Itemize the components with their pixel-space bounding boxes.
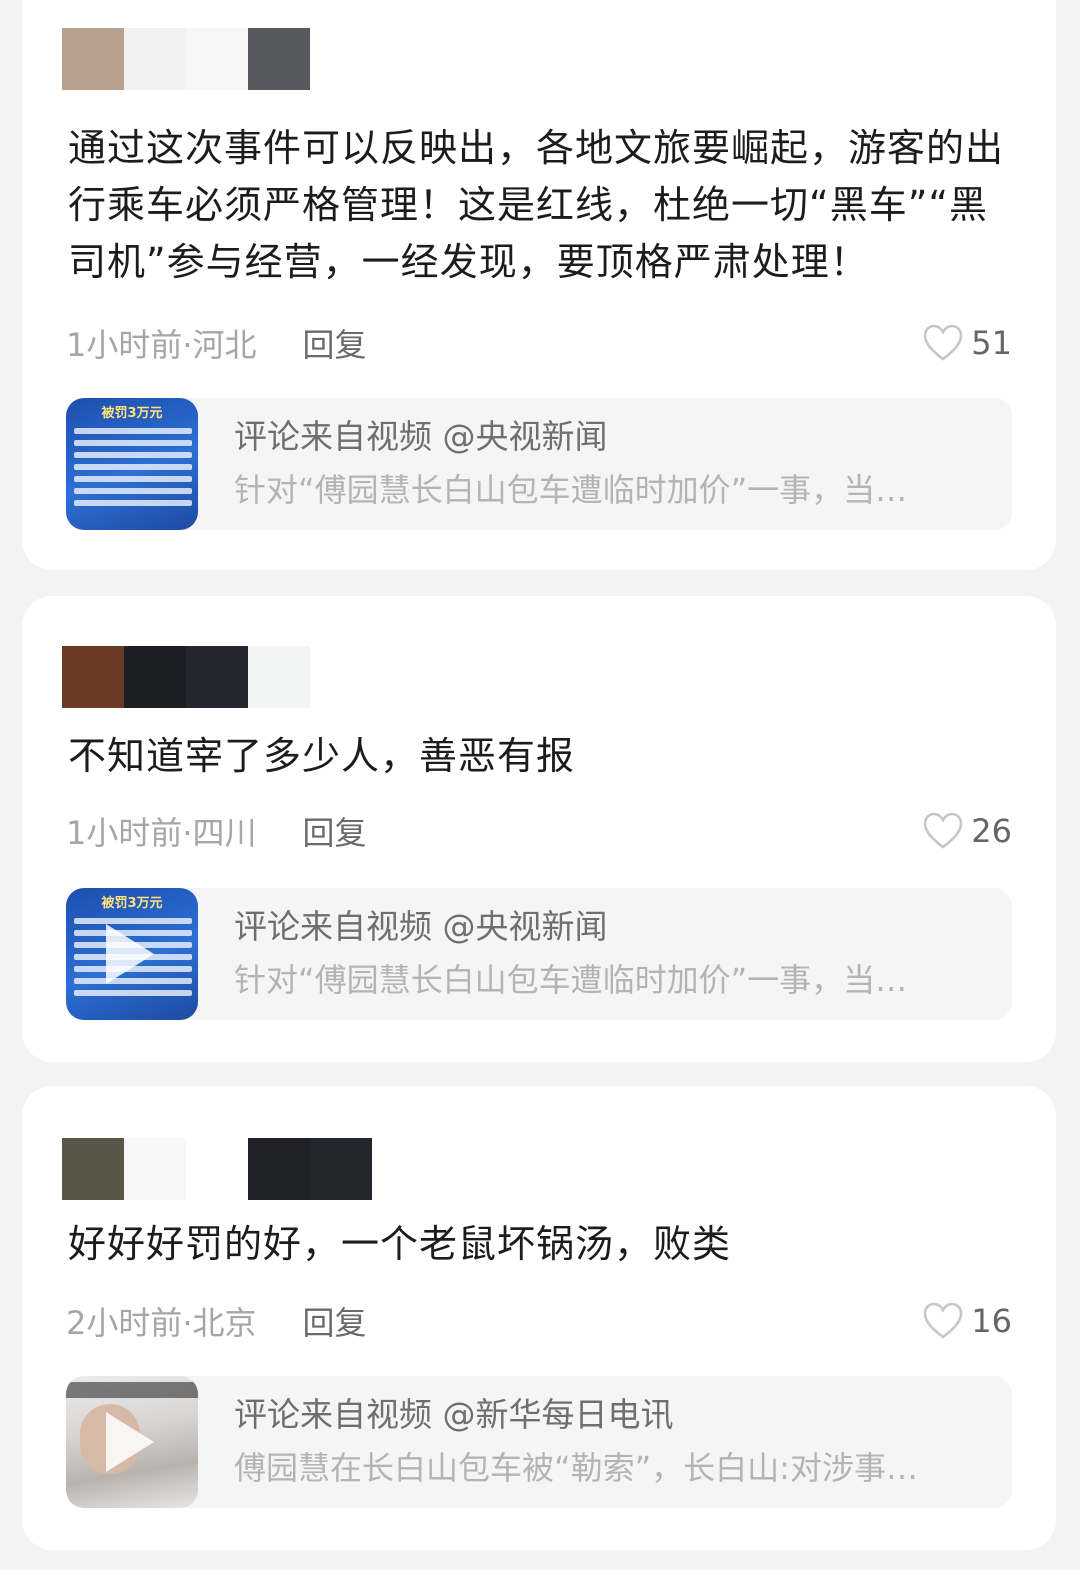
comment-text: 不知道宰了多少人，善恶有报 (68, 734, 576, 778)
like-count: 26 (971, 812, 1012, 850)
mosaic-block (310, 1138, 372, 1200)
source-title: 评论来自视频 @央视新闻 (234, 417, 608, 456)
video-thumbnail[interactable]: 被罚3万元 (66, 398, 198, 530)
heart-outline-icon (923, 1302, 963, 1339)
time-location: 2小时前·北京 (66, 1304, 257, 1342)
comment-card: 通过这次事件可以反映出，各地文旅要崛起，游客的出行乘车必须严格管理！这是红线，杜… (22, 0, 1056, 570)
comment-text: 通过这次事件可以反映出，各地文旅要崛起，游客的出行乘车必须严格管理！这是红线，杜… (68, 126, 1005, 284)
video-thumbnail[interactable]: 被罚3万元 (66, 888, 198, 1020)
source-description: 傅园慧在长白山包车被“勒索”，长白山:对涉事… (234, 1449, 918, 1487)
mosaic-block (248, 28, 310, 90)
mosaic-block (62, 646, 124, 708)
comment-text: 好好好罚的好，一个老鼠坏锅汤，败类 (68, 1222, 732, 1266)
like-button[interactable]: 51 (923, 324, 1012, 362)
heart-outline-icon (923, 812, 963, 849)
mosaic-block (62, 1138, 124, 1200)
mosaic-block (186, 28, 248, 90)
play-icon (106, 924, 154, 984)
avatar-username-mosaic[interactable] (62, 28, 310, 90)
source-description: 针对“傅园慧长白山包车遭临时加价”一事，当… (234, 471, 908, 509)
reply-button[interactable]: 回复 (303, 1298, 367, 1344)
mosaic-block (186, 1138, 248, 1200)
comment-meta: 1小时前·四川 回复 (66, 808, 367, 854)
reply-button[interactable]: 回复 (303, 320, 367, 366)
comment-meta: 1小时前·河北 回复 (66, 320, 367, 366)
mosaic-block (248, 646, 310, 708)
thumbnail-text-lines (74, 422, 192, 512)
heart-outline-icon (923, 324, 963, 361)
comment-meta: 2小时前·北京 回复 (66, 1298, 367, 1344)
mosaic-block (186, 646, 248, 708)
like-button[interactable]: 26 (923, 812, 1012, 850)
video-source-card[interactable]: 被罚3万元 评论来自视频 @央视新闻 针对“傅园慧长白山包车遭临时加价”一事，当… (66, 888, 1012, 1020)
thumbnail-banner: 被罚3万元 (101, 406, 163, 421)
mosaic-block (62, 28, 124, 90)
source-title: 评论来自视频 @新华每日电讯 (234, 1395, 674, 1434)
mosaic-block (124, 1138, 186, 1200)
like-count: 16 (971, 1302, 1012, 1340)
thumbnail-caption-bar (66, 1382, 198, 1398)
avatar-username-mosaic[interactable] (62, 1138, 372, 1200)
source-title: 评论来自视频 @央视新闻 (234, 907, 608, 946)
time-location: 1小时前·四川 (66, 814, 257, 852)
reply-button[interactable]: 回复 (303, 808, 367, 854)
time-location: 1小时前·河北 (66, 326, 257, 364)
avatar-username-mosaic[interactable] (62, 646, 310, 708)
video-source-card[interactable]: 评论来自视频 @新华每日电讯 傅园慧在长白山包车被“勒索”，长白山:对涉事… (66, 1376, 1012, 1508)
comment-card: 不知道宰了多少人，善恶有报 1小时前·四川 回复 26 被罚3万元 评论来自视频… (22, 596, 1056, 1062)
source-description: 针对“傅园慧长白山包车遭临时加价”一事，当… (234, 961, 908, 999)
video-thumbnail[interactable] (66, 1376, 198, 1508)
mosaic-block (248, 1138, 310, 1200)
mosaic-block (124, 646, 186, 708)
comment-card: 好好好罚的好，一个老鼠坏锅汤，败类 2小时前·北京 回复 16 评论来自视频 @… (22, 1086, 1056, 1550)
thumbnail-banner: 被罚3万元 (101, 896, 163, 911)
play-icon (106, 1412, 154, 1472)
mosaic-block (124, 28, 186, 90)
like-button[interactable]: 16 (923, 1302, 1012, 1340)
like-count: 51 (971, 324, 1012, 362)
video-source-card[interactable]: 被罚3万元 评论来自视频 @央视新闻 针对“傅园慧长白山包车遭临时加价”一事，当… (66, 398, 1012, 530)
